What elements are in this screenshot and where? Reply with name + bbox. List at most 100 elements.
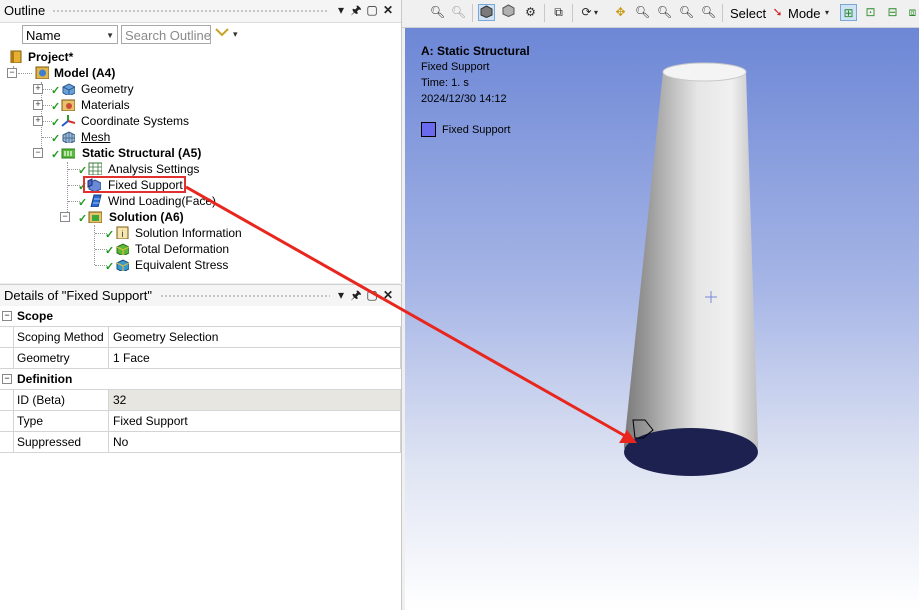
search-options-icon[interactable]	[215, 26, 229, 40]
zoom-in-icon[interactable]: 🔍︎	[429, 4, 446, 21]
total-deformation-icon	[116, 243, 129, 255]
filter-name-select[interactable]: Name ▼	[22, 25, 118, 44]
equivalent-stress-icon	[116, 259, 129, 271]
status-check-icon: ✓	[78, 213, 88, 225]
collapse-icon[interactable]: −	[2, 311, 12, 321]
outline-drag-handle[interactable]	[52, 9, 328, 13]
outline-title: Outline	[4, 3, 46, 18]
search-menu-icon[interactable]: ▾	[233, 29, 238, 40]
tree-connector	[18, 73, 32, 74]
tree-item-label: Solution (A6)	[109, 210, 184, 224]
group-definition[interactable]: − Definition	[0, 369, 401, 390]
dropdown-icon[interactable]: ▾	[334, 3, 348, 17]
tree-item-label: Coordinate Systems	[81, 114, 190, 128]
show-vertices-icon[interactable]: ⚙	[522, 4, 539, 21]
selection-filter-icon[interactable]: ⧉	[550, 4, 567, 21]
tree-item-label: Mesh	[81, 130, 111, 144]
collapse-icon[interactable]: −	[33, 148, 43, 158]
property-value[interactable]: Fixed Support	[109, 411, 401, 431]
details-header: Details of "Fixed Support" ▾ 🖈 ▢ ✕	[0, 284, 401, 308]
toolbar-separator	[544, 4, 545, 22]
tree-item-label: Geometry	[81, 82, 134, 96]
property-value[interactable]: No	[109, 432, 401, 452]
pan-icon[interactable]: ✥	[612, 4, 629, 21]
graphics-toolbar: 🔍︎ 🔍︎ ⚙ ⧉ ⟳ ▾ ✥ 🔍︎ 🔍︎ 🔍︎ 🔍︎ Select ➘ Mod…	[402, 0, 919, 28]
collapse-icon[interactable]: −	[7, 68, 17, 78]
magnifier-icon[interactable]: 🔍︎	[700, 4, 717, 21]
shaded-view-icon[interactable]	[478, 4, 495, 21]
zoom-out-icon[interactable]: 🔍︎	[450, 4, 467, 21]
details-row-scoping-method[interactable]: Scoping Method Geometry Selection	[0, 327, 401, 348]
close-icon[interactable]: ✕	[381, 288, 395, 302]
mesh-icon	[62, 131, 75, 143]
property-key: Type	[13, 411, 109, 431]
select-button[interactable]: Select	[730, 6, 766, 21]
details-row-geometry[interactable]: Geometry 1 Face	[0, 348, 401, 369]
toolbar-separator	[722, 4, 723, 22]
status-check-icon: ✓	[105, 229, 115, 241]
group-title: Scope	[17, 309, 54, 323]
select-face-icon[interactable]: ⊟	[884, 4, 901, 21]
close-icon[interactable]: ✕	[381, 3, 395, 17]
tree-item-label: Analysis Settings	[108, 162, 200, 176]
tree-connector	[94, 225, 95, 265]
mode-button[interactable]: Mode	[788, 6, 821, 21]
details-row-id[interactable]: ID (Beta) 32	[0, 390, 401, 411]
outline-header: Outline ▾ 🖈 ▢ ✕	[0, 0, 401, 23]
status-check-icon: ✓	[51, 149, 61, 161]
tree-item-label: Equivalent Stress	[135, 258, 229, 272]
select-mode-icon[interactable]: ➘	[769, 4, 786, 21]
details-drag-handle[interactable]	[160, 294, 330, 298]
status-check-icon: ✓	[51, 101, 61, 113]
maximize-icon[interactable]: ▢	[365, 3, 379, 17]
tree-item-label: Materials	[81, 98, 130, 112]
expand-icon[interactable]: +	[33, 116, 43, 126]
select-vertex-icon[interactable]: ⊞	[840, 4, 857, 21]
tree-item-label: Wind Loading(Face)	[108, 194, 217, 208]
filter-name-value: Name	[26, 28, 61, 43]
group-scope[interactable]: − Scope	[0, 306, 401, 327]
property-value[interactable]: 1 Face	[109, 348, 401, 368]
toolbar-separator	[472, 4, 473, 22]
tree-item-label: Total Deformation	[135, 242, 230, 256]
details-row-type[interactable]: Type Fixed Support	[0, 411, 401, 432]
search-outline-input[interactable]: Search Outline	[121, 25, 211, 44]
status-check-icon: ✓	[51, 117, 61, 129]
mode-menu-icon[interactable]: ▾	[823, 4, 831, 21]
dropdown-icon[interactable]: ▾	[334, 288, 348, 302]
property-key: ID (Beta)	[13, 390, 109, 410]
expand-icon[interactable]: +	[33, 100, 43, 110]
wireframe-view-icon[interactable]	[500, 4, 517, 21]
property-key: Scoping Method	[13, 327, 109, 347]
status-check-icon: ✓	[51, 133, 61, 145]
graphics-viewport[interactable]: A: Static Structural Fixed Support Time:…	[405, 28, 919, 610]
zoom-icon[interactable]: 🔍︎	[634, 4, 651, 21]
property-key: Geometry	[13, 348, 109, 368]
selection-highlight	[83, 176, 186, 193]
select-edge-icon[interactable]: ⊡	[862, 4, 879, 21]
fixed-support-face	[624, 428, 758, 476]
solution-icon	[88, 211, 102, 223]
pin-icon[interactable]: 🖈	[349, 288, 363, 302]
tree-item-label: Static Structural (A5)	[82, 146, 202, 160]
details-title: Details of "Fixed Support"	[4, 288, 152, 303]
collapse-icon[interactable]: −	[2, 374, 12, 384]
box-zoom-icon[interactable]: 🔍︎	[656, 4, 673, 21]
outline-filter-row: Name ▼ Search Outline ▾	[0, 23, 401, 47]
status-check-icon: ✓	[105, 245, 115, 257]
select-body-icon[interactable]: ⧈	[904, 4, 919, 21]
maximize-icon[interactable]: ▢	[365, 288, 379, 302]
expand-icon[interactable]: +	[33, 84, 43, 94]
static-structural-icon	[61, 148, 75, 159]
pin-icon[interactable]: 🖈	[349, 3, 363, 17]
details-row-suppressed[interactable]: Suppressed No	[0, 432, 401, 453]
model-view	[624, 62, 758, 476]
solution-information-icon: i	[116, 226, 129, 239]
chevron-down-icon: ▼	[106, 31, 114, 40]
property-value[interactable]: Geometry Selection	[109, 327, 401, 347]
collapse-icon[interactable]: −	[60, 212, 70, 222]
rotate-menu-icon[interactable]: ▾	[592, 4, 600, 21]
zoom-to-fit-icon[interactable]: 🔍︎	[678, 4, 695, 21]
outline-panel: Outline ▾ 🖈 ▢ ✕ Name ▼ Search Outline ▾ …	[0, 0, 402, 283]
materials-icon	[61, 99, 75, 111]
